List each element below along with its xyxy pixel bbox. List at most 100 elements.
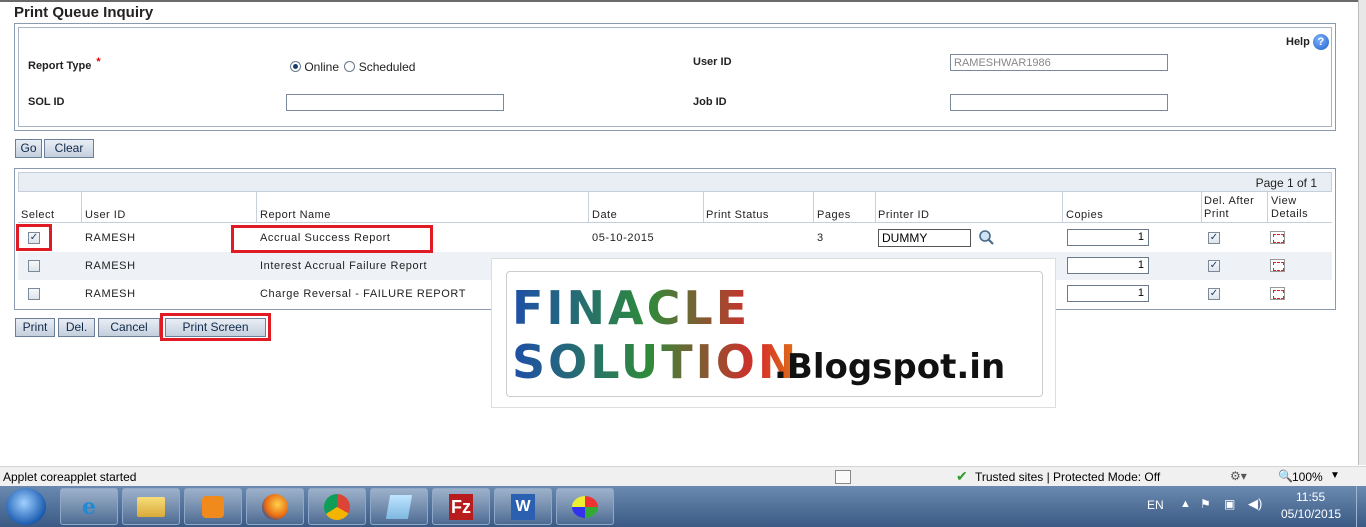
view-details-icon[interactable] — [1270, 287, 1285, 300]
checkmark-icon: ✔ — [956, 468, 968, 484]
row-select-checkbox[interactable] — [28, 288, 40, 300]
row-pages: 3 — [817, 232, 824, 244]
col-header-del-line2: Print — [1204, 208, 1230, 220]
radio-online[interactable] — [290, 61, 301, 73]
sol-id-label: SOL ID — [28, 96, 65, 108]
chrome-icon — [324, 493, 350, 520]
row-user-id: RAMESH — [85, 288, 136, 300]
notepad-icon — [385, 494, 413, 519]
start-orb-icon[interactable] — [6, 488, 46, 525]
network-icon[interactable]: ▣ — [1224, 497, 1235, 511]
windows-taskbar: e Fz W EN ▲ ⚑ ▣ ◀) 11:55 05/10/2015 — [0, 486, 1366, 527]
col-header-view-line2: Details — [1271, 208, 1309, 220]
taskbar-filezilla[interactable]: Fz — [432, 488, 490, 525]
print-screen-button[interactable]: Print Screen — [165, 318, 266, 337]
row-user-id: RAMESH — [85, 232, 136, 244]
col-header-report-name: Report Name — [260, 209, 331, 221]
report-type-label: Report Type * — [28, 56, 101, 72]
search-criteria-panel: Help ? Report Type * Online Scheduled Us… — [14, 23, 1336, 131]
show-desktop-button[interactable] — [1356, 486, 1366, 527]
row-select-checkbox[interactable] — [28, 260, 40, 272]
print-button[interactable]: Print — [15, 318, 55, 337]
job-id-field[interactable] — [950, 94, 1168, 111]
table-row[interactable]: ✓ RAMESH Accrual Success Report 05-10-20… — [18, 224, 1332, 252]
taskbar-notepad[interactable] — [370, 488, 428, 525]
col-header-pages: Pages — [817, 209, 851, 221]
view-details-icon[interactable] — [1270, 259, 1285, 272]
vertical-scrollbar[interactable] — [1358, 0, 1366, 465]
firefox-icon — [262, 493, 288, 520]
radio-scheduled[interactable] — [344, 61, 356, 73]
row-user-id: RAMESH — [85, 260, 136, 272]
tray-overflow-icon[interactable]: ▲ — [1180, 498, 1191, 510]
required-marker: * — [96, 56, 101, 68]
pagination-bar: Page 1 of 1 — [18, 172, 1332, 192]
clock-time[interactable]: 11:55 — [1296, 490, 1325, 504]
report-type-label-text: Report Type — [28, 60, 92, 72]
row-printer-id-field[interactable]: DUMMY — [878, 229, 971, 247]
protected-mode-icon[interactable]: ⚙▾ — [1230, 469, 1247, 483]
help-link[interactable]: Help ? — [1286, 34, 1329, 50]
clear-button[interactable]: Clear — [44, 139, 94, 158]
job-id-label: Job ID — [693, 96, 727, 108]
report-type-radio-group: Online Scheduled — [290, 59, 415, 74]
zoom-level[interactable]: 100% — [1292, 470, 1323, 484]
taskbar-paint[interactable] — [556, 488, 614, 525]
clock-date[interactable]: 05/10/2015 — [1281, 507, 1341, 521]
row-copies-field[interactable]: 1 — [1067, 285, 1149, 302]
paint-icon — [572, 495, 598, 518]
col-header-copies: Copies — [1066, 209, 1104, 221]
taskbar-internet-explorer[interactable]: e — [60, 488, 118, 525]
volume-icon[interactable]: ◀) — [1248, 496, 1262, 512]
folder-icon — [137, 496, 165, 517]
radio-online-label: Online — [304, 59, 340, 74]
col-divider — [1267, 192, 1268, 222]
printer-search-icon[interactable] — [978, 229, 995, 249]
col-header-del-after-print: Del. After Print — [1204, 195, 1254, 221]
help-label: Help — [1286, 36, 1310, 48]
row-del-after-print-checkbox[interactable]: ✓ — [1208, 260, 1220, 272]
filezilla-icon: Fz — [449, 493, 473, 520]
radio-scheduled-label: Scheduled — [358, 59, 416, 74]
taskbar-chrome[interactable] — [308, 488, 366, 525]
cancel-button[interactable]: Cancel — [98, 318, 160, 337]
go-button[interactable]: Go — [15, 139, 42, 158]
internet-explorer-icon: e — [82, 493, 96, 520]
col-header-user-id: User ID — [85, 209, 126, 221]
col-divider — [703, 192, 704, 222]
word-icon: W — [511, 493, 535, 520]
watermark-subtitle: .Blogspot.in — [774, 347, 1006, 387]
taskbar-file-explorer[interactable] — [122, 488, 180, 525]
col-divider — [588, 192, 589, 222]
row-del-after-print-checkbox[interactable]: ✓ — [1208, 288, 1220, 300]
taskbar-word[interactable]: W — [494, 488, 552, 525]
header-divider — [18, 222, 1332, 223]
row-copies-field[interactable]: 1 — [1067, 257, 1149, 274]
user-id-field[interactable]: RAMESHWAR1986 — [950, 54, 1168, 71]
language-indicator[interactable]: EN — [1147, 498, 1164, 512]
help-icon: ? — [1312, 34, 1329, 50]
col-header-print-status: Print Status — [706, 209, 769, 221]
view-details-icon[interactable] — [1270, 231, 1285, 244]
col-header-printer-id: Printer ID — [878, 209, 930, 221]
status-message: Applet coreapplet started — [3, 470, 137, 484]
flag-icon[interactable]: ⚑ — [1200, 497, 1211, 511]
row-date: 05-10-2015 — [592, 232, 655, 244]
col-header-del-line1: Del. After — [1204, 195, 1255, 207]
highlight-select-checkbox — [16, 224, 52, 251]
delete-button[interactable]: Del. — [58, 318, 95, 337]
col-divider — [813, 192, 814, 222]
window-top-border — [0, 0, 1360, 2]
row-copies-field[interactable]: 1 — [1067, 229, 1149, 246]
sol-id-field[interactable] — [286, 94, 504, 111]
page-icon — [835, 470, 851, 484]
user-id-label: User ID — [693, 56, 732, 68]
col-divider — [875, 192, 876, 222]
zoom-dropdown-icon[interactable]: ▼ — [1330, 470, 1340, 481]
col-header-view-details: View Details — [1271, 195, 1308, 221]
row-del-after-print-checkbox[interactable]: ✓ — [1208, 232, 1220, 244]
taskbar-media-player[interactable] — [184, 488, 242, 525]
col-header-date: Date — [592, 209, 618, 221]
browser-status-bar: Applet coreapplet started ✔ Trusted site… — [0, 466, 1366, 487]
taskbar-firefox[interactable] — [246, 488, 304, 525]
